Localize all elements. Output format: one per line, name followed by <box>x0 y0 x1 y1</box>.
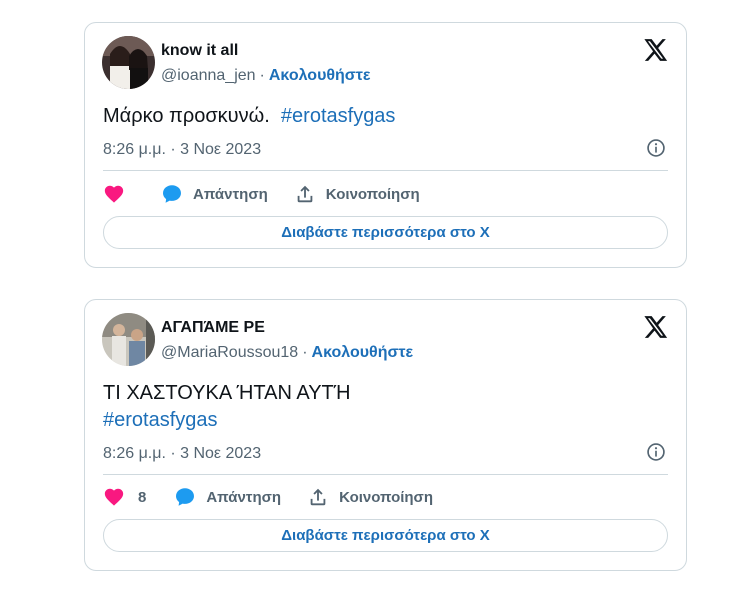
share-button[interactable]: Κοινοποίηση <box>307 486 433 508</box>
divider <box>103 170 668 171</box>
hashtag-link[interactable]: #erotasfygas <box>103 407 351 434</box>
like-count: 8 <box>138 488 147 506</box>
heart-icon <box>104 185 124 203</box>
share-icon <box>310 488 326 506</box>
avatar[interactable] <box>102 36 155 89</box>
tweet-text: Μάρκο προσκυνώ. #erotasfygas <box>103 103 395 130</box>
share-label: Κοινοποίηση <box>339 488 433 506</box>
reply-bubble-icon <box>163 185 181 203</box>
info-icon[interactable] <box>646 442 666 462</box>
follow-link[interactable]: Ακολουθήστε <box>269 67 371 84</box>
reply-label: Απάντηση <box>193 185 268 203</box>
share-button[interactable]: Κοινοποίηση <box>294 183 420 205</box>
user-display-name[interactable]: ΑΓΑΠΆΜΕ ΡΕ <box>161 319 265 337</box>
reply-bubble-icon <box>176 488 195 506</box>
tweet-card: know it all @ioanna_jen · Ακολουθήστε Μάρκ… <box>84 22 687 268</box>
user-handle[interactable]: @ioanna_jen <box>161 67 256 84</box>
x-logo-icon[interactable] <box>642 37 668 63</box>
user-display-name[interactable]: know it all <box>161 42 238 60</box>
tweet-text-plain: Μάρκο προσκυνώ. <box>103 105 270 127</box>
tweet-timestamp[interactable]: 8:26 μ.μ. · 3 Νοε 2023 <box>103 141 261 159</box>
reply-label: Απάντηση <box>206 488 282 506</box>
action-bar: 8 Απάντηση Κοινοποίηση <box>103 485 433 509</box>
x-logo-icon[interactable] <box>642 314 668 340</box>
divider <box>103 474 668 475</box>
handle-line: @MariaRoussou18 · Ακολουθήστε <box>161 344 413 362</box>
share-label: Κοινοποίηση <box>325 185 420 203</box>
reply-button[interactable]: Απάντηση <box>174 486 281 508</box>
avatar[interactable] <box>102 313 155 366</box>
reply-button[interactable]: Απάντηση <box>161 183 268 205</box>
read-more-button[interactable]: Διαβάστε περισσότερα στο Χ <box>103 519 668 552</box>
user-handle[interactable]: @MariaRoussou18 <box>161 344 298 361</box>
handle-line: @ioanna_jen · Ακολουθήστε <box>161 67 370 85</box>
info-icon[interactable] <box>646 138 666 158</box>
heart-icon <box>104 488 124 506</box>
share-icon <box>297 185 313 203</box>
follow-link[interactable]: Ακολουθήστε <box>312 344 414 361</box>
separator: · <box>302 344 308 361</box>
separator: · <box>259 67 265 84</box>
read-more-button[interactable]: Διαβάστε περισσότερα στο Χ <box>103 216 668 249</box>
tweet-text-plain: ΤΙ ΧΑΣΤΟΥΚΑ ΉΤΑΝ ΑΥΤΉ <box>103 382 351 404</box>
action-bar: Απάντηση Κοινοποίηση <box>103 182 420 206</box>
like-button[interactable]: 8 <box>103 486 146 508</box>
like-button[interactable] <box>103 183 135 205</box>
tweet-card: ΑΓΑΠΆΜΕ ΡΕ @MariaRoussou18 · Ακολουθήστε Τ… <box>84 299 687 571</box>
hashtag-link[interactable]: #erotasfygas <box>281 105 396 127</box>
tweet-text: ΤΙ ΧΑΣΤΟΥΚΑ ΉΤΑΝ ΑΥΤΉ #erotasfygas <box>103 380 351 434</box>
tweet-timestamp[interactable]: 8:26 μ.μ. · 3 Νοε 2023 <box>103 445 261 463</box>
